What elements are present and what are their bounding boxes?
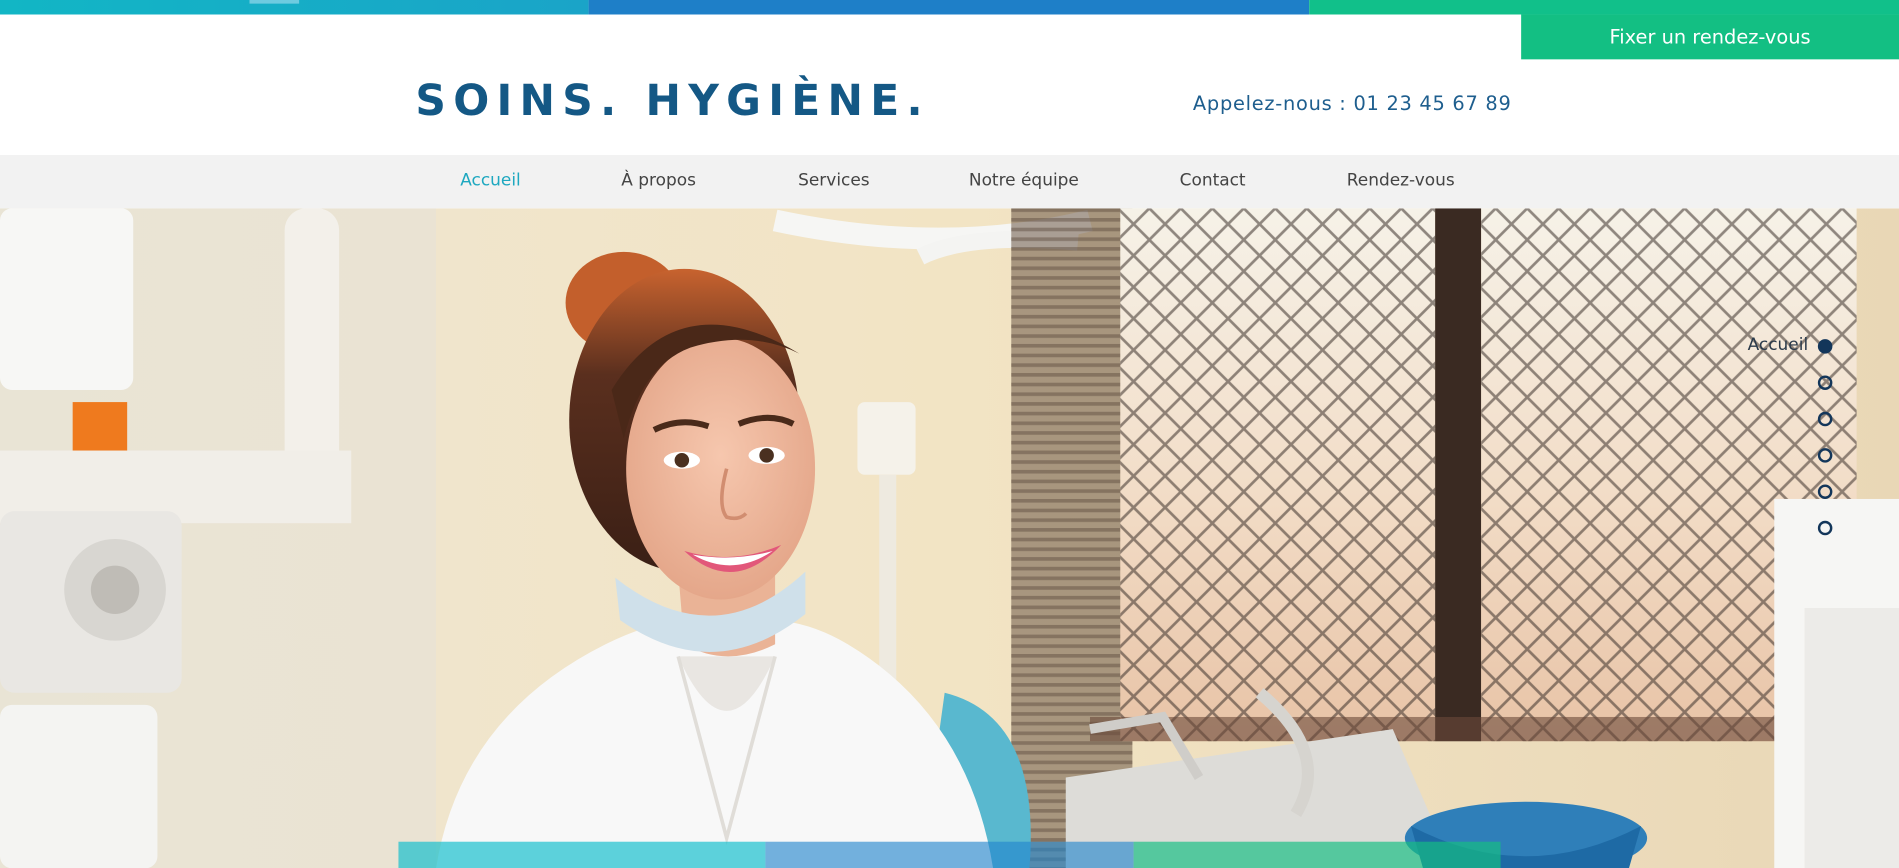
side-nav-dot-1[interactable]: [1817, 339, 1833, 354]
nav-item-rendez-vous[interactable]: Rendez-vous: [1347, 171, 1455, 190]
top-color-stripe: [0, 0, 1899, 15]
nav-item-contact[interactable]: Contact: [1180, 171, 1246, 190]
main-navigation: [0, 155, 1899, 209]
side-nav-dot-2[interactable]: [1817, 375, 1833, 390]
nav-item-accueil[interactable]: Accueil: [460, 171, 521, 190]
side-nav-dot-4[interactable]: [1817, 448, 1833, 463]
band-segment-blue: [765, 841, 1134, 868]
hero-image: [0, 208, 1899, 868]
side-nav-dot-5[interactable]: [1817, 484, 1833, 499]
book-appointment-button[interactable]: Fixer un rendez-vous: [1521, 14, 1899, 60]
nav-item-services[interactable]: Services: [798, 171, 870, 190]
phone-contact[interactable]: Appelez-nous : 01 23 45 67 89: [1193, 92, 1512, 115]
nav-item-notre-equipe[interactable]: Notre équipe: [969, 171, 1079, 190]
band-segment-teal: [398, 841, 766, 868]
band-segment-green: [1133, 841, 1501, 868]
site-logo[interactable]: SOINS. HYGIÈNE.: [415, 78, 929, 126]
side-nav-dot-3[interactable]: [1817, 411, 1833, 427]
side-nav-dot-6[interactable]: [1817, 520, 1833, 536]
stripe-segment-green: [1309, 0, 1899, 15]
hero-bottom-color-band: [398, 841, 1501, 868]
stripe-segment-blue: [588, 0, 1310, 15]
stripe-tick-mark: [249, 0, 300, 4]
side-nav-label: Accueil: [1747, 335, 1809, 355]
nav-item-a-propos[interactable]: À propos: [621, 171, 696, 190]
